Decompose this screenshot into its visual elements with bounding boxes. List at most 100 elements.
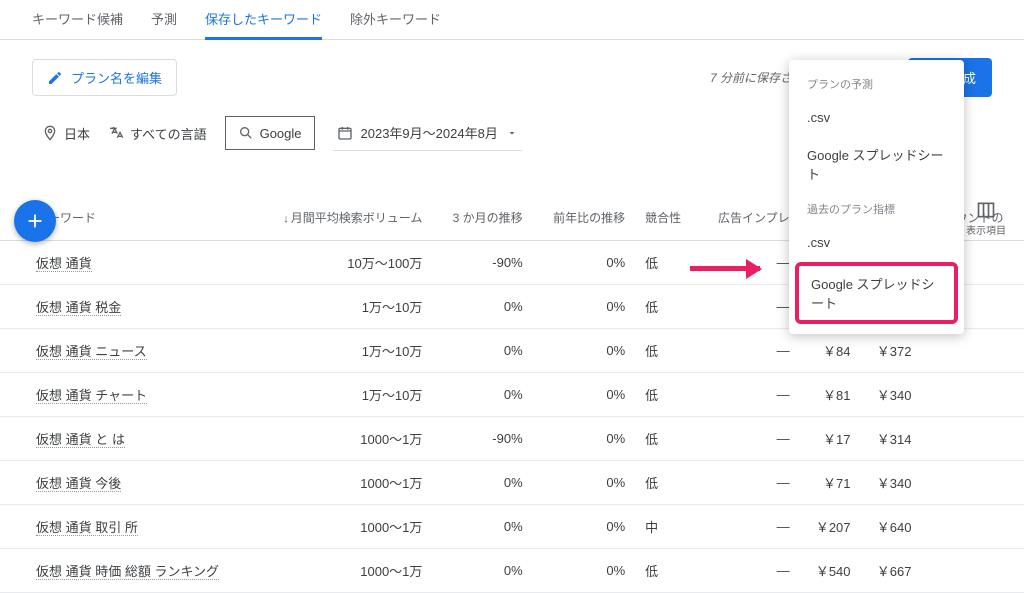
trendyoy-cell: 0% xyxy=(533,505,635,549)
volume-cell: 1000～1万 xyxy=(255,505,432,549)
chevron-down-icon xyxy=(506,127,518,139)
annotation-arrow xyxy=(690,266,760,271)
bid1-cell: ￥207 xyxy=(800,505,861,549)
impressions-cell: — xyxy=(698,549,800,593)
dropdown-sheets-forecast[interactable]: Google スプレッドシート xyxy=(789,135,964,193)
trend3m-cell: 0% xyxy=(432,505,532,549)
tab-keyword-ideas[interactable]: キーワード候補 xyxy=(32,0,123,40)
trendyoy-cell: 0% xyxy=(533,549,635,593)
competition-cell: 低 xyxy=(635,461,697,505)
network-icon xyxy=(238,125,254,141)
impressions-cell: — xyxy=(698,461,800,505)
col-volume[interactable]: ↓月間平均検索ボリューム xyxy=(255,195,432,241)
bid2-cell: ￥372 xyxy=(861,329,922,373)
download-dropdown: プランの予測 .csv Google スプレッドシート 過去のプラン指標 .cs… xyxy=(789,60,964,334)
trend3m-cell: -90% xyxy=(432,417,532,461)
calendar-icon xyxy=(337,125,353,141)
col-trend-3m[interactable]: 3 か月の推移 xyxy=(432,195,532,241)
columns-button[interactable]: 表示項目 xyxy=(966,200,1006,237)
col-impressions[interactable]: 広告インプレ xyxy=(698,195,800,241)
account-cell xyxy=(921,373,1024,417)
keyword-cell: 仮想 通貨 今後 xyxy=(36,476,121,492)
trendyoy-cell: 0% xyxy=(533,373,635,417)
volume-cell: 1000～1万 xyxy=(255,417,432,461)
bid2-cell: ￥340 xyxy=(861,461,922,505)
date-range-filter[interactable]: 2023年9月～2024年8月 xyxy=(333,115,522,151)
location-icon xyxy=(42,125,58,141)
trendyoy-cell: 0% xyxy=(533,329,635,373)
keyword-cell: 仮想 通貨 取引 所 xyxy=(36,520,138,536)
competition-cell: 低 xyxy=(635,549,697,593)
table-row[interactable]: 仮想 通貨 と は 1000～1万 -90% 0% 低 — ￥17 ￥314 xyxy=(0,417,1024,461)
bid1-cell: ￥81 xyxy=(800,373,861,417)
bid2-cell: ￥340 xyxy=(861,373,922,417)
bid2-cell: ￥314 xyxy=(861,417,922,461)
tab-saved-keywords[interactable]: 保存したキーワード xyxy=(205,0,322,40)
keyword-cell: 仮想 通貨 チャート xyxy=(36,388,147,404)
competition-cell: 中 xyxy=(635,505,697,549)
dropdown-csv-forecast[interactable]: .csv xyxy=(789,100,964,135)
sort-down-icon: ↓ xyxy=(283,213,289,225)
competition-cell: 低 xyxy=(635,241,697,285)
trendyoy-cell: 0% xyxy=(533,241,635,285)
competition-cell: 低 xyxy=(635,417,697,461)
table-row[interactable]: 仮想 通貨 ニュース 1万～10万 0% 0% 低 — ￥84 ￥372 xyxy=(0,329,1024,373)
add-keyword-fab[interactable] xyxy=(14,200,56,242)
impressions-cell: — xyxy=(698,285,800,329)
plus-icon xyxy=(24,210,46,232)
table-row[interactable]: 仮想 通貨 今後 1000～1万 0% 0% 低 — ￥71 ￥340 xyxy=(0,461,1024,505)
impressions-cell: — xyxy=(698,373,800,417)
location-label: 日本 xyxy=(64,124,90,143)
volume-cell: 1万～10万 xyxy=(255,285,432,329)
impressions-cell: — xyxy=(698,329,800,373)
dropdown-header-historical: 過去のプラン指標 xyxy=(789,193,964,225)
bid1-cell: ￥17 xyxy=(800,417,861,461)
competition-cell: 低 xyxy=(635,373,697,417)
volume-cell: 1万～10万 xyxy=(255,329,432,373)
volume-cell: 1万～10万 xyxy=(255,373,432,417)
trend3m-cell: -90% xyxy=(432,241,532,285)
trend3m-cell: 0% xyxy=(432,461,532,505)
dropdown-sheets-historical[interactable]: Google スプレッドシート xyxy=(795,262,958,324)
impressions-cell: — xyxy=(698,505,800,549)
dropdown-header-forecast: プランの予測 xyxy=(789,68,964,100)
keyword-cell: 仮想 通貨 と は xyxy=(36,432,125,448)
tabs-bar: キーワード候補 予測 保存したキーワード 除外キーワード xyxy=(0,0,1024,40)
tab-negative-keywords[interactable]: 除外キーワード xyxy=(350,0,441,40)
account-cell xyxy=(921,329,1024,373)
pencil-icon xyxy=(47,70,63,86)
table-row[interactable]: 仮想 通貨 取引 所 1000～1万 0% 0% 中 — ￥207 ￥640 xyxy=(0,505,1024,549)
bid1-cell: ￥540 xyxy=(800,549,861,593)
impressions-cell: — xyxy=(698,417,800,461)
account-cell xyxy=(921,549,1024,593)
language-filter[interactable]: すべての言語 xyxy=(108,124,207,143)
col-competition[interactable]: 競合性 xyxy=(635,195,697,241)
account-cell xyxy=(921,505,1024,549)
bid1-cell: ￥84 xyxy=(800,329,861,373)
columns-label: 表示項目 xyxy=(966,222,1006,237)
edit-plan-label: プラン名を編集 xyxy=(71,68,162,87)
trend3m-cell: 0% xyxy=(432,373,532,417)
language-label: すべての言語 xyxy=(130,124,207,143)
tab-forecast[interactable]: 予測 xyxy=(151,0,177,40)
trend3m-cell: 0% xyxy=(432,329,532,373)
date-label: 2023年9月～2024年8月 xyxy=(361,123,498,142)
table-row[interactable]: 仮想 通貨 時価 総額 ランキング 1000～1万 0% 0% 低 — ￥540… xyxy=(0,549,1024,593)
dropdown-csv-historical[interactable]: .csv xyxy=(789,225,964,260)
trendyoy-cell: 0% xyxy=(533,417,635,461)
edit-plan-name-button[interactable]: プラン名を編集 xyxy=(32,59,177,96)
competition-cell: 低 xyxy=(635,329,697,373)
col-trend-yoy[interactable]: 前年比の推移 xyxy=(533,195,635,241)
search-label: Google xyxy=(260,126,302,141)
bid2-cell: ￥667 xyxy=(861,549,922,593)
volume-cell: 10万～100万 xyxy=(255,241,432,285)
bid1-cell: ￥71 xyxy=(800,461,861,505)
location-filter[interactable]: 日本 xyxy=(42,124,90,143)
trendyoy-cell: 0% xyxy=(533,285,635,329)
keyword-cell: 仮想 通貨 xyxy=(36,256,92,272)
search-network-filter[interactable]: Google xyxy=(225,116,315,150)
trendyoy-cell: 0% xyxy=(533,461,635,505)
table-row[interactable]: 仮想 通貨 チャート 1万～10万 0% 0% 低 — ￥81 ￥340 xyxy=(0,373,1024,417)
columns-icon xyxy=(976,200,996,220)
account-cell xyxy=(921,417,1024,461)
